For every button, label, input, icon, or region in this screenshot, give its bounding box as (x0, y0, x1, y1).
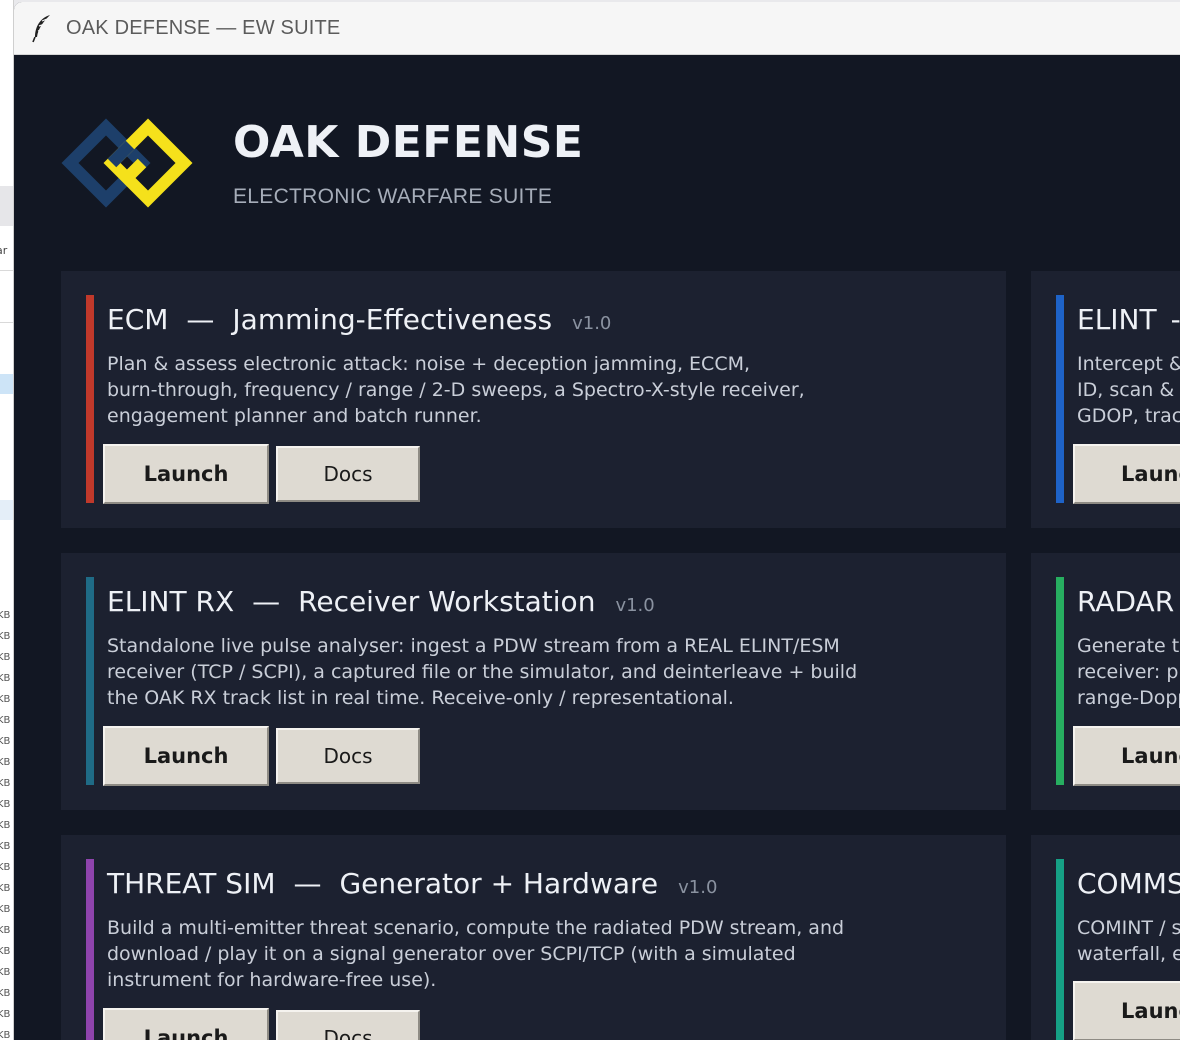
divider (0, 270, 13, 271)
file-size-label: KB (0, 1009, 11, 1020)
version-badge: v1.0 (572, 313, 612, 334)
card-accent-bar (1056, 295, 1064, 503)
card-description: Intercept & ID, scan & i GDOP, track (1077, 353, 1180, 427)
comms-card: COMMS COMINT / s waterfall, er Launc (1031, 835, 1180, 1040)
version-badge: v1.0 (678, 877, 718, 898)
card-name: COMMS (1077, 867, 1180, 900)
docs-button[interactable]: Docs (276, 1010, 420, 1040)
file-size-label: KB (0, 715, 11, 726)
radar-card: RADAR Generate ta receiver: pu range-Dop… (1031, 553, 1180, 810)
card-title: THREAT SIM — Generator + Hardware v1.0 (107, 867, 717, 900)
file-size-label: KB (0, 883, 11, 894)
app-header: OAK DEFENSE ELECTRONIC WARFARE SUITE (14, 57, 1180, 267)
card-title: COMMS (1077, 867, 1180, 900)
launch-button[interactable]: Launch (103, 444, 269, 504)
window-title: OAK DEFENSE — EW SUITE (66, 16, 341, 39)
card-title: RADAR (1077, 585, 1174, 618)
file-size-label: KB (0, 694, 11, 705)
version-badge: v1.0 (615, 595, 655, 616)
card-title: ELINT RX — Receiver Workstation v1.0 (107, 585, 655, 618)
file-size-label: KB (0, 1030, 11, 1040)
background-selected-row (0, 374, 13, 394)
launch-button[interactable]: Launc (1073, 444, 1180, 504)
app-window: OAK DEFENSE — EW SUITE OAK DEFENSE ELECT… (14, 2, 1180, 1040)
card-title: ELINT - (1077, 303, 1180, 336)
launch-button[interactable]: Launc (1073, 981, 1180, 1040)
background-window-header (0, 186, 13, 226)
file-size-label: KB (0, 610, 11, 621)
background-window-text: ar (0, 244, 8, 257)
file-size-label: KB (0, 988, 11, 999)
file-size-label: KB (0, 778, 11, 789)
card-subtitle: Generator + Hardware (339, 867, 659, 900)
card-title-dash: - (1170, 303, 1180, 336)
file-size-label: KB (0, 673, 11, 684)
card-accent-bar (86, 577, 94, 785)
file-size-label: KB (0, 736, 11, 747)
oak-defense-logo (61, 118, 193, 208)
file-size-label: KB (0, 631, 11, 642)
file-size-label: KB (0, 652, 11, 663)
card-title-dash: — (252, 585, 281, 618)
background-highlight-row (0, 500, 13, 520)
card-description: Generate ta receiver: pu range-Dopp (1077, 635, 1180, 709)
feather-icon (32, 15, 50, 43)
brand-title: OAK DEFENSE (233, 117, 584, 168)
card-accent-bar (1056, 859, 1064, 1040)
card-name: ECM (107, 303, 169, 336)
card-title: ECM — Jamming-Effectiveness v1.0 (107, 303, 611, 336)
card-accent-bar (86, 295, 94, 503)
launch-button[interactable]: Launc (1073, 726, 1180, 786)
card-subtitle: Jamming-Effectiveness (232, 303, 553, 336)
file-size-label: KB (0, 862, 11, 873)
card-subtitle: Receiver Workstation (298, 585, 596, 618)
docs-button[interactable]: Docs (276, 446, 420, 502)
file-size-label: KB (0, 946, 11, 957)
card-accent-bar (86, 859, 94, 1040)
file-size-label: KB (0, 757, 11, 768)
file-size-label: KB (0, 841, 11, 852)
card-name: RADAR (1077, 585, 1175, 618)
launch-button[interactable]: Launch (103, 1008, 269, 1040)
file-size-label: KB (0, 967, 11, 978)
card-accent-bar (1056, 577, 1064, 785)
ecm-card: ECM — Jamming-Effectiveness v1.0 Plan & … (61, 271, 1006, 528)
card-description: COMINT / s waterfall, er (1077, 917, 1180, 965)
launch-button[interactable]: Launch (103, 726, 269, 786)
card-name: THREAT SIM (107, 867, 276, 900)
elint-rx-card: ELINT RX — Receiver Workstation v1.0 Sta… (61, 553, 1006, 810)
divider (0, 322, 13, 323)
elint-card: ELINT - Intercept & ID, scan & i GDOP, t… (1031, 271, 1180, 528)
file-size-label: KB (0, 799, 11, 810)
title-bar[interactable]: OAK DEFENSE — EW SUITE (14, 2, 1180, 55)
card-name: ELINT (1077, 303, 1157, 336)
file-size-label: KB (0, 904, 11, 915)
card-description: Build a multi-emitter threat scenario, c… (107, 917, 845, 991)
file-size-label: KB (0, 820, 11, 831)
threat-sim-card: THREAT SIM — Generator + Hardware v1.0 B… (61, 835, 1006, 1040)
file-size-label: KB (0, 925, 11, 936)
background-window: ar KB KB KB KB KB KB KB KB KB KB KB KB KB KB KB KB KB KB K… (0, 0, 14, 1040)
card-name: ELINT RX (107, 585, 235, 618)
card-description: Plan & assess electronic attack: noise +… (107, 353, 805, 427)
card-title-dash: — (293, 867, 322, 900)
brand-subtitle: ELECTRONIC WARFARE SUITE (233, 185, 553, 208)
card-description: Standalone live pulse analyser: ingest a… (107, 635, 858, 709)
card-title-dash: — (186, 303, 215, 336)
docs-button[interactable]: Docs (276, 728, 420, 784)
